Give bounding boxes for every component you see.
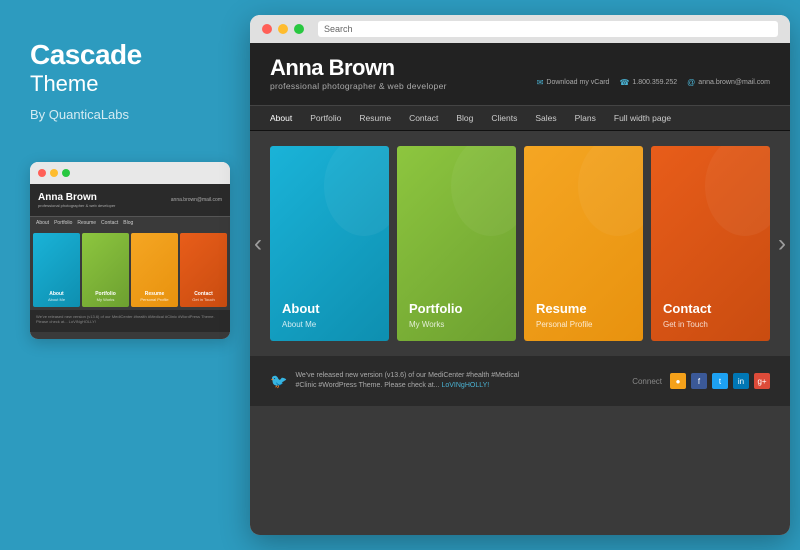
website-body: Anna Brown professional photographer & w… bbox=[250, 43, 790, 535]
card-resume-title: Resume bbox=[536, 301, 631, 316]
small-titlebar bbox=[30, 162, 230, 184]
tweet-content: We've released new version (v13.6) of ou… bbox=[295, 371, 519, 392]
phone-number: 1.800.359.252 bbox=[632, 79, 677, 86]
tweet-link[interactable]: LoVINgHOLLY! bbox=[441, 382, 489, 389]
site-name: Anna Brown bbox=[270, 55, 447, 81]
theme-title-block: Cascade Theme bbox=[30, 40, 142, 107]
hero-card-portfolio[interactable]: Portfolio My Works bbox=[397, 146, 516, 341]
card-contact-sub: Get in Touch bbox=[663, 320, 758, 329]
mini-nav-resume: Resume bbox=[77, 220, 96, 226]
left-panel: Cascade Theme By QuanticaLabs Anna Brown… bbox=[0, 0, 240, 550]
nav-contact[interactable]: Contact bbox=[409, 113, 438, 123]
site-name-block: Anna Brown professional photographer & w… bbox=[270, 55, 447, 91]
mini-nav-blog: Blog bbox=[123, 220, 133, 226]
mini-card-portfolio-sub: My Works bbox=[97, 297, 115, 302]
small-preview-body: Anna Brown professional photographer & w… bbox=[30, 184, 230, 339]
googleplus-icon[interactable]: g+ bbox=[754, 373, 770, 389]
vcard-item: ✉ Download my vCard bbox=[537, 78, 610, 87]
large-dot-yellow[interactable] bbox=[278, 24, 288, 34]
site-tagline: professional photographer & web develope… bbox=[270, 81, 447, 91]
mini-tagline: professional photographer & web develope… bbox=[38, 203, 115, 208]
social-icons: ● f t in g+ bbox=[670, 373, 770, 389]
card-portfolio-sub: My Works bbox=[409, 320, 504, 329]
mini-nav: About Portfolio Resume Contact Blog bbox=[30, 216, 230, 230]
site-header: Anna Brown professional photographer & w… bbox=[250, 43, 790, 105]
large-titlebar: Search bbox=[250, 15, 790, 43]
mini-nav-portfolio: Portfolio bbox=[54, 220, 72, 226]
card-about-sub: About Me bbox=[282, 320, 377, 329]
nav-resume[interactable]: Resume bbox=[359, 113, 391, 123]
mini-header: Anna Brown professional photographer & w… bbox=[30, 184, 230, 216]
vcard-icon: ✉ bbox=[537, 78, 544, 87]
site-nav: About Portfolio Resume Contact Blog Clie… bbox=[250, 105, 790, 131]
twitter-icon[interactable]: t bbox=[712, 373, 728, 389]
nav-plans[interactable]: Plans bbox=[575, 113, 596, 123]
phone-icon: ☎ bbox=[619, 78, 629, 87]
footer-connect: Connect ● f t in g+ bbox=[632, 373, 770, 389]
theme-title: Cascade bbox=[30, 40, 142, 71]
nav-clients[interactable]: Clients bbox=[491, 113, 517, 123]
mini-site-name: Anna Brown professional photographer & w… bbox=[38, 192, 115, 208]
mini-cards: About About Me Portfolio My Works Resume… bbox=[30, 230, 230, 310]
email-item: @ anna.brown@mail.com bbox=[687, 78, 770, 87]
card-about-title: About bbox=[282, 301, 377, 316]
mini-card-contact: Contact Get in Touch bbox=[180, 233, 227, 307]
hero-cards: About About Me Portfolio My Works Resume… bbox=[270, 146, 770, 341]
mini-contact: anna.brown@mail.com bbox=[171, 197, 222, 203]
large-dot-red[interactable] bbox=[262, 24, 272, 34]
hero-section: ‹ About About Me Portfolio My Works Resu… bbox=[250, 131, 790, 356]
address-bar[interactable]: Search bbox=[318, 21, 778, 37]
card-contact-title: Contact bbox=[663, 301, 758, 316]
dot-red-small bbox=[38, 169, 46, 177]
mini-card-resume-sub: Personal Profile bbox=[140, 297, 168, 302]
mini-card-resume: Resume Personal Profile bbox=[131, 233, 178, 307]
card-portfolio-title: Portfolio bbox=[409, 301, 504, 316]
nav-sales[interactable]: Sales bbox=[535, 113, 556, 123]
mini-card-portfolio: Portfolio My Works bbox=[82, 233, 129, 307]
large-dot-green[interactable] bbox=[294, 24, 304, 34]
nav-fullwidth[interactable]: Full width page bbox=[614, 113, 671, 123]
vcard-label: Download my vCard bbox=[546, 79, 609, 86]
hero-card-contact[interactable]: Contact Get in Touch bbox=[651, 146, 770, 341]
theme-subtitle: Theme bbox=[30, 71, 142, 97]
nav-portfolio[interactable]: Portfolio bbox=[310, 113, 341, 123]
small-browser-preview: Anna Brown professional photographer & w… bbox=[30, 162, 230, 339]
prev-arrow[interactable]: ‹ bbox=[254, 230, 262, 258]
mini-card-contact-sub: Get in Touch bbox=[192, 297, 214, 302]
mini-card-about-sub: About Me bbox=[48, 297, 65, 302]
card-resume-sub: Personal Profile bbox=[536, 320, 631, 329]
linkedin-icon[interactable]: in bbox=[733, 373, 749, 389]
nav-blog[interactable]: Blog bbox=[456, 113, 473, 123]
facebook-icon[interactable]: f bbox=[691, 373, 707, 389]
mini-name-text: Anna Brown bbox=[38, 192, 115, 203]
mini-nav-contact: Contact bbox=[101, 220, 118, 226]
phone-item: ☎ 1.800.359.252 bbox=[619, 78, 677, 87]
site-name-row: Anna Brown professional photographer & w… bbox=[270, 55, 770, 91]
next-arrow[interactable]: › bbox=[778, 230, 786, 258]
connect-label: Connect bbox=[632, 377, 662, 386]
hero-card-about[interactable]: About About Me bbox=[270, 146, 389, 341]
theme-author: By QuanticaLabs bbox=[30, 107, 129, 122]
site-contact-info: ✉ Download my vCard ☎ 1.800.359.252 @ an… bbox=[537, 78, 770, 91]
dot-green-small bbox=[62, 169, 70, 177]
footer-tweet: 🐦 We've released new version (v13.6) of … bbox=[270, 371, 519, 392]
url-text: Search bbox=[324, 24, 353, 34]
email-address: anna.brown@mail.com bbox=[698, 79, 770, 86]
site-footer: 🐦 We've released new version (v13.6) of … bbox=[250, 356, 790, 406]
large-browser-preview: Search Anna Brown professional photograp… bbox=[250, 15, 790, 535]
email-icon: @ bbox=[687, 78, 695, 87]
mini-nav-about: About bbox=[36, 220, 49, 226]
twitter-bird-icon: 🐦 bbox=[270, 373, 287, 390]
mini-footer: We've released new version (v13.6) of ou… bbox=[30, 310, 230, 332]
hero-card-resume[interactable]: Resume Personal Profile bbox=[524, 146, 643, 341]
rss-icon[interactable]: ● bbox=[670, 373, 686, 389]
dot-yellow-small bbox=[50, 169, 58, 177]
mini-card-about: About About Me bbox=[33, 233, 80, 307]
nav-about[interactable]: About bbox=[270, 113, 292, 123]
